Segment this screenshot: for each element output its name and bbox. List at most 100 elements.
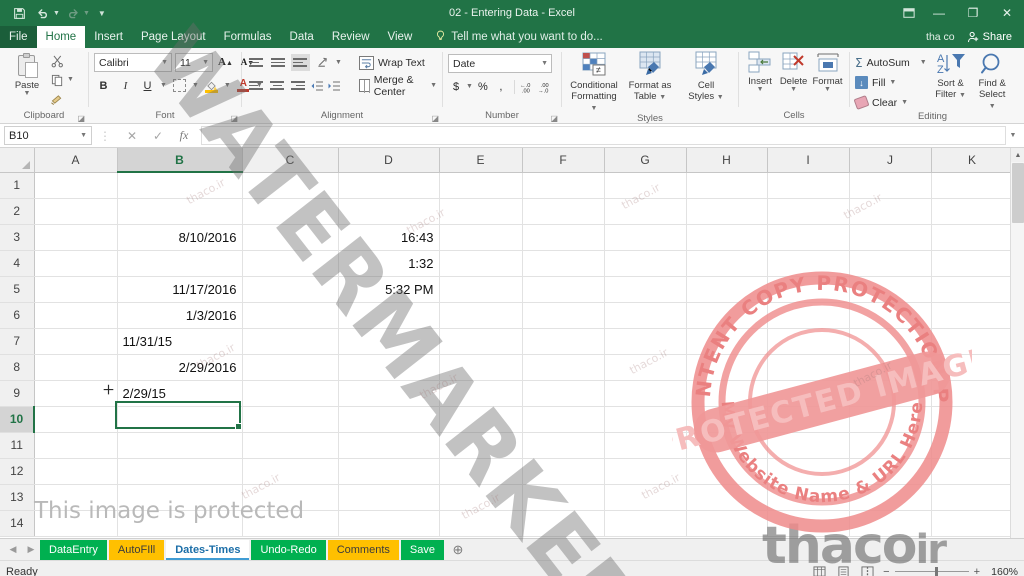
row-header-8[interactable]: 8 bbox=[0, 354, 35, 381]
normal-view-button[interactable] bbox=[811, 565, 827, 576]
cell-J3[interactable] bbox=[849, 224, 932, 251]
cell-F2[interactable] bbox=[522, 198, 605, 225]
cell-C3[interactable] bbox=[242, 224, 339, 251]
bold-button[interactable]: B bbox=[94, 76, 113, 95]
cell-E13[interactable] bbox=[439, 484, 523, 511]
cell-B4[interactable] bbox=[117, 250, 243, 277]
cell-J5[interactable] bbox=[849, 276, 932, 303]
cancel-entry-button[interactable]: ✕ bbox=[119, 126, 145, 146]
cell-I13[interactable] bbox=[767, 484, 850, 511]
ribbon-tab-view[interactable]: View bbox=[379, 26, 422, 48]
next-sheet-button[interactable]: ▶ bbox=[22, 539, 40, 561]
cell-D2[interactable] bbox=[338, 198, 440, 225]
cell-H11[interactable] bbox=[686, 432, 768, 459]
align-middle-button[interactable] bbox=[269, 54, 288, 71]
accounting-format-button[interactable]: $ bbox=[448, 78, 464, 96]
cell-G4[interactable] bbox=[604, 250, 687, 277]
column-header-b[interactable]: B bbox=[117, 148, 243, 173]
ribbon-tab-insert[interactable]: Insert bbox=[85, 26, 132, 48]
cell-E10[interactable] bbox=[439, 406, 523, 433]
cell-K9[interactable] bbox=[931, 380, 1014, 407]
cell-F4[interactable] bbox=[522, 250, 605, 277]
cell-E12[interactable] bbox=[439, 458, 523, 485]
merge-center-button[interactable]: Merge & Center ▼ bbox=[358, 74, 437, 98]
paste-dropdown-icon[interactable]: ▼ bbox=[24, 90, 31, 97]
decrease-indent-button[interactable] bbox=[310, 76, 324, 95]
ribbon-tab-page-layout[interactable]: Page Layout bbox=[132, 26, 215, 48]
cell-I6[interactable] bbox=[767, 302, 850, 329]
zoom-in-button[interactable]: + bbox=[974, 566, 980, 576]
paste-button[interactable]: Paste ▼ bbox=[5, 51, 49, 97]
cell-I12[interactable] bbox=[767, 458, 850, 485]
cell-C13[interactable] bbox=[242, 484, 339, 511]
cell-H1[interactable] bbox=[686, 172, 768, 199]
cell-I7[interactable] bbox=[767, 328, 850, 355]
cell-I10[interactable] bbox=[767, 406, 850, 433]
cell-A8[interactable] bbox=[34, 354, 118, 381]
cell-E14[interactable] bbox=[439, 510, 523, 537]
cell-D14[interactable] bbox=[338, 510, 440, 537]
cell-J12[interactable] bbox=[849, 458, 932, 485]
cell-K5[interactable] bbox=[931, 276, 1014, 303]
cell-H9[interactable] bbox=[686, 380, 768, 407]
cell-E9[interactable] bbox=[439, 380, 523, 407]
format-dropdown-icon[interactable]: ▼ bbox=[824, 86, 831, 93]
cell-D3[interactable]: 16:43 bbox=[338, 224, 440, 251]
ribbon-tab-file[interactable]: File bbox=[0, 26, 37, 48]
accounting-dropdown-icon[interactable]: ▼ bbox=[466, 83, 473, 90]
increase-indent-button[interactable] bbox=[327, 76, 341, 95]
format-painter-button[interactable] bbox=[49, 91, 74, 107]
cell-K2[interactable] bbox=[931, 198, 1014, 225]
cell-H2[interactable] bbox=[686, 198, 768, 225]
delete-cells-button[interactable]: Delete ▼ bbox=[777, 51, 810, 93]
cell-D5[interactable]: 5:32 PM bbox=[338, 276, 440, 303]
redo-icon[interactable] bbox=[62, 3, 84, 23]
fill-button[interactable]: ↓ Fill ▼ bbox=[855, 74, 927, 91]
column-header-a[interactable]: A bbox=[34, 148, 118, 173]
merge-dropdown-icon[interactable]: ▼ bbox=[430, 82, 437, 89]
percent-format-button[interactable]: % bbox=[475, 78, 491, 96]
cell-B2[interactable] bbox=[117, 198, 243, 225]
cell-H10[interactable] bbox=[686, 406, 768, 433]
delete-dropdown-icon[interactable]: ▼ bbox=[790, 86, 797, 93]
insert-cells-button[interactable]: Insert ▼ bbox=[744, 51, 776, 93]
cell-E11[interactable] bbox=[439, 432, 523, 459]
undo-icon[interactable] bbox=[32, 3, 54, 23]
increase-decimal-button[interactable]: ←.0.00 bbox=[520, 78, 536, 96]
alignment-dialog-launcher[interactable]: ◪ bbox=[431, 114, 439, 123]
cell-I1[interactable] bbox=[767, 172, 850, 199]
zoom-thumb[interactable] bbox=[934, 567, 938, 576]
cell-A2[interactable] bbox=[34, 198, 118, 225]
ribbon-tab-review[interactable]: Review bbox=[323, 26, 379, 48]
cell-C4[interactable] bbox=[242, 250, 339, 277]
zoom-slider[interactable]: − + bbox=[883, 566, 980, 576]
cell-G10[interactable] bbox=[604, 406, 687, 433]
cell-J9[interactable] bbox=[849, 380, 932, 407]
font-dialog-launcher[interactable]: ◪ bbox=[230, 114, 238, 123]
cell-E2[interactable] bbox=[439, 198, 523, 225]
cell-D10[interactable] bbox=[338, 406, 440, 433]
cell-K12[interactable] bbox=[931, 458, 1014, 485]
cell-A5[interactable] bbox=[34, 276, 118, 303]
name-box[interactable]: B10 ▼ bbox=[4, 126, 92, 145]
cell-C9[interactable] bbox=[242, 380, 339, 407]
undo-dropdown-icon[interactable]: ▼ bbox=[53, 10, 60, 17]
cell-F14[interactable] bbox=[522, 510, 605, 537]
cell-C2[interactable] bbox=[242, 198, 339, 225]
cell-G8[interactable] bbox=[604, 354, 687, 381]
minimize-button[interactable]: — bbox=[922, 0, 956, 26]
cell-I8[interactable] bbox=[767, 354, 850, 381]
font-name-combo[interactable]: Calibri ▼ bbox=[94, 53, 172, 72]
cell-G9[interactable] bbox=[604, 380, 687, 407]
cell-C12[interactable] bbox=[242, 458, 339, 485]
cell-A6[interactable] bbox=[34, 302, 118, 329]
cell-K8[interactable] bbox=[931, 354, 1014, 381]
cell-B12[interactable] bbox=[117, 458, 243, 485]
cell-F10[interactable] bbox=[522, 406, 605, 433]
row-header-6[interactable]: 6 bbox=[0, 302, 35, 329]
cell-C5[interactable] bbox=[242, 276, 339, 303]
underline-button[interactable]: U bbox=[138, 76, 157, 95]
ribbon-tab-formulas[interactable]: Formulas bbox=[215, 26, 281, 48]
format-cells-button[interactable]: Format ▼ bbox=[811, 51, 844, 93]
column-header-h[interactable]: H bbox=[686, 148, 768, 173]
